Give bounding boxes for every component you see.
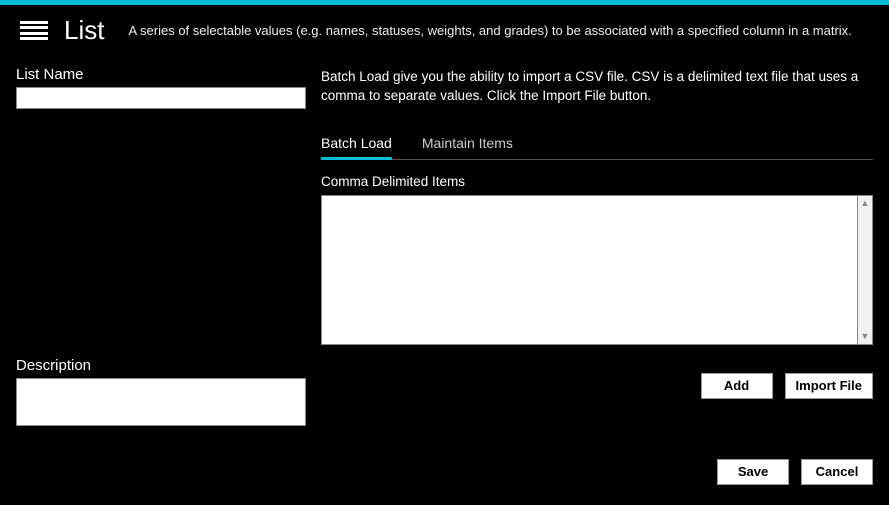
header: List A series of selectable values (e.g.… xyxy=(0,5,889,66)
add-button[interactable]: Add xyxy=(701,373,773,399)
comma-delimited-label: Comma Delimited Items xyxy=(321,174,873,189)
tab-batch-load[interactable]: Batch Load xyxy=(321,129,392,160)
import-file-button[interactable]: Import File xyxy=(785,373,873,399)
page-subtitle: A series of selectable values (e.g. name… xyxy=(128,23,851,38)
list-name-input[interactable] xyxy=(16,87,306,109)
batch-buttons: Add Import File xyxy=(321,373,873,399)
left-panel: List Name Description xyxy=(16,66,321,485)
form-buttons: Save Cancel xyxy=(321,459,873,485)
cancel-button[interactable]: Cancel xyxy=(801,459,873,485)
save-button[interactable]: Save xyxy=(717,459,789,485)
tab-maintain-items[interactable]: Maintain Items xyxy=(422,129,513,160)
hamburger-menu-icon[interactable] xyxy=(20,21,48,41)
page-title: List xyxy=(64,15,104,46)
scroll-down-icon[interactable]: ▼ xyxy=(858,329,872,344)
batch-load-instructions: Batch Load give you the ability to impor… xyxy=(321,68,873,106)
scrollbar[interactable]: ▲ ▼ xyxy=(858,195,873,345)
description-label: Description xyxy=(16,357,301,374)
tabs: Batch Load Maintain Items xyxy=(321,128,873,160)
comma-delimited-input[interactable] xyxy=(321,195,858,345)
list-name-label: List Name xyxy=(16,66,301,83)
right-panel: Batch Load give you the ability to impor… xyxy=(321,66,873,485)
description-input[interactable] xyxy=(16,378,306,426)
scroll-up-icon[interactable]: ▲ xyxy=(858,196,872,211)
